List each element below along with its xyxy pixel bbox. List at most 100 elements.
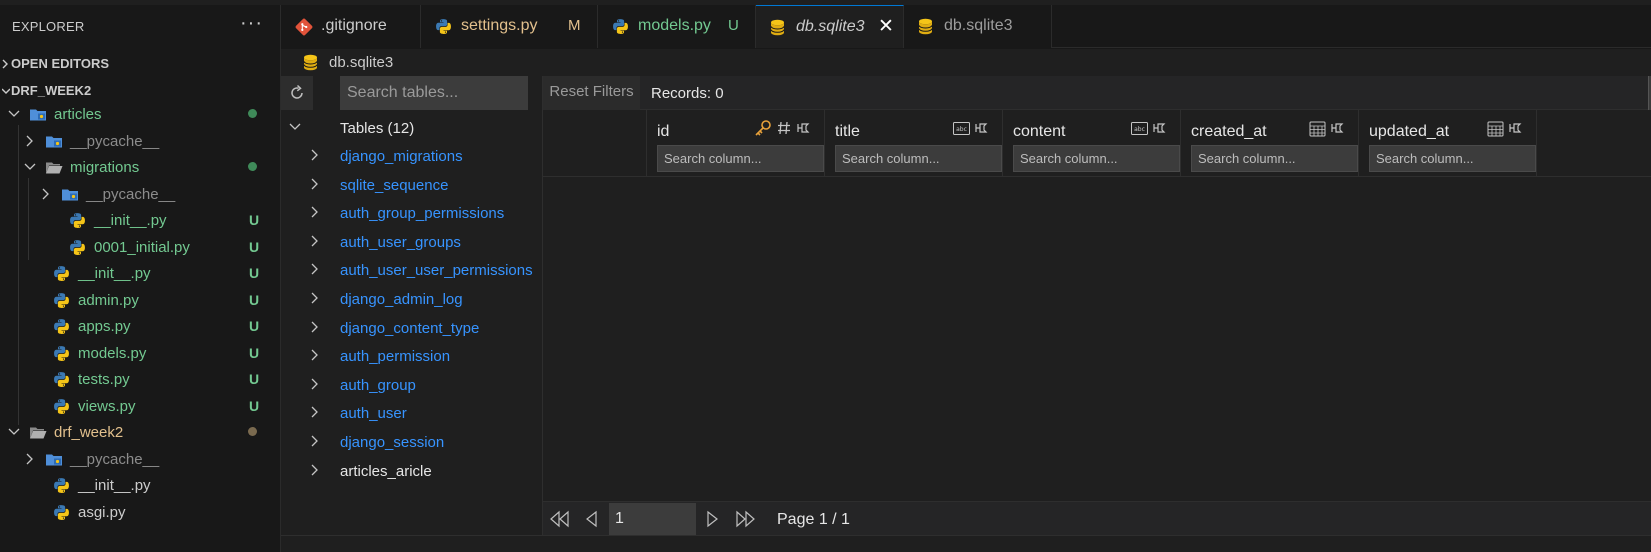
svg-text:abc: abc	[1134, 126, 1145, 133]
table-name: auth_permission	[340, 348, 451, 366]
table-item[interactable]: django_session	[281, 429, 543, 455]
pin-icon[interactable]	[1152, 121, 1168, 135]
status-dot	[248, 109, 257, 118]
status-dot	[248, 162, 257, 171]
table-item[interactable]: django_content_type	[281, 315, 543, 341]
tab-db-sqlite3[interactable]: db.sqlite3 ✕	[756, 5, 904, 48]
chevron-down-icon	[7, 422, 21, 440]
pin-icon[interactable]	[1508, 121, 1524, 135]
chevron-down-icon	[7, 104, 21, 122]
chevron-right-icon	[308, 374, 322, 390]
table-item[interactable]: articles_aricle	[281, 458, 543, 484]
last-page-button[interactable]	[734, 509, 756, 529]
column-search-input[interactable]	[1191, 145, 1358, 172]
pin-icon[interactable]	[1330, 121, 1346, 135]
editor-tabs: .gitignore settings.py Mmodels.py Udb.sqlit…	[281, 5, 1651, 48]
search-tables-input[interactable]	[340, 76, 528, 110]
page-indicator: Page 1 / 1	[777, 511, 850, 528]
explorer-title: EXPLORER	[12, 19, 85, 34]
tables-group[interactable]: Tables (12)	[281, 116, 543, 142]
more-actions-icon[interactable]: ···	[240, 12, 263, 35]
chevron-right-icon	[308, 174, 322, 190]
chevron-right-icon	[308, 345, 322, 361]
close-icon[interactable]: ✕	[878, 15, 894, 38]
records-panel: Reset Filters Records: 0 idtitleabcconte…	[543, 76, 1651, 552]
chevron-right-icon	[308, 145, 322, 161]
tree-item[interactable]: articles	[0, 101, 280, 128]
table-item[interactable]: auth_user	[281, 400, 543, 426]
tree-item[interactable]: __pycache__	[0, 128, 280, 155]
refresh-icon	[291, 84, 303, 99]
tree-item[interactable]: views.py U	[0, 393, 280, 420]
column-header-title[interactable]: title abc	[825, 110, 1003, 177]
table-item[interactable]: auth_user_user_permissions	[281, 257, 543, 283]
git-status-badge: U	[249, 345, 260, 361]
python-icon	[435, 18, 453, 36]
tree-item[interactable]: 0001_initial.py U	[0, 234, 280, 261]
tree-item-label: __pycache__	[70, 451, 160, 468]
first-page-button[interactable]	[549, 509, 571, 529]
pin-icon[interactable]	[974, 121, 990, 135]
tree-item[interactable]: __pycache__	[0, 446, 280, 473]
column-header-updated_at[interactable]: updated_at	[1359, 110, 1537, 177]
panel-footer	[281, 535, 543, 552]
breadcrumb[interactable]: db.sqlite3	[281, 49, 1651, 76]
tables-panel: Tables (12) django_migrations sqlite_sequ…	[281, 76, 543, 552]
tree-item[interactable]: __init__.py	[0, 472, 280, 499]
records-toolbar: Reset Filters Records: 0	[543, 76, 1651, 110]
table-item[interactable]: sqlite_sequence	[281, 172, 543, 198]
tree-item[interactable]: tests.py U	[0, 366, 280, 393]
python-icon	[69, 239, 86, 256]
column-header-content[interactable]: content abc	[1003, 110, 1181, 177]
tab-models-py[interactable]: models.py U	[598, 5, 756, 48]
table-item[interactable]: django_admin_log	[281, 286, 543, 312]
tree-item[interactable]: migrations	[0, 154, 280, 181]
tree-item[interactable]: drf_week2	[0, 419, 280, 446]
column-type-icons: abc	[1127, 119, 1168, 137]
next-page-button[interactable]	[702, 509, 724, 529]
column-search-input[interactable]	[1369, 145, 1536, 172]
tree-item[interactable]: apps.py U	[0, 313, 280, 340]
git-status-badge: U	[249, 398, 260, 414]
table-item[interactable]: auth_permission	[281, 343, 543, 369]
folder-blue-icon	[29, 106, 46, 123]
tree-item[interactable]: models.py U	[0, 340, 280, 367]
python-icon	[53, 371, 70, 388]
column-header-created_at[interactable]: created_at	[1181, 110, 1359, 177]
tree-item[interactable]: __pycache__	[0, 181, 280, 208]
number-type-icon	[778, 121, 790, 135]
git-status-badge: U	[249, 212, 260, 228]
tree-item-label: __init__.py	[94, 212, 167, 229]
tree-item[interactable]: __init__.py U	[0, 207, 280, 234]
git-status-badge: U	[249, 239, 260, 255]
database-icon	[770, 19, 788, 37]
tab-db-sqlite3[interactable]: db.sqlite3	[904, 5, 1052, 48]
tree-item[interactable]: __init__.py U	[0, 260, 280, 287]
column-search-input[interactable]	[1013, 145, 1180, 172]
column-search-input[interactable]	[657, 145, 824, 172]
pin-icon[interactable]	[796, 121, 812, 135]
database-icon	[918, 18, 936, 36]
previous-page-button[interactable]	[581, 509, 603, 529]
text-type-icon: abc	[953, 121, 970, 135]
table-name: auth_group_permissions	[340, 205, 505, 223]
page-number-input[interactable]	[609, 503, 696, 535]
table-item[interactable]: auth_group	[281, 372, 543, 398]
project-section[interactable]: DRF_WEEK2	[0, 80, 280, 102]
tab-settings-py[interactable]: settings.py M	[421, 5, 598, 48]
refresh-button[interactable]	[281, 76, 313, 110]
records-footer	[543, 535, 1651, 552]
table-item[interactable]: django_migrations	[281, 143, 543, 169]
chevron-right-icon	[2, 53, 10, 78]
open-editors-section[interactable]: OPEN EDITORS	[0, 53, 280, 78]
column-header-id[interactable]: id	[647, 110, 825, 177]
tree-item[interactable]: asgi.py	[0, 499, 280, 526]
folder-open-icon	[29, 424, 47, 441]
tree-item[interactable]: admin.py U	[0, 287, 280, 314]
reset-filters-button[interactable]: Reset Filters	[543, 76, 640, 110]
table-item[interactable]: auth_user_groups	[281, 229, 543, 255]
column-type-icons	[750, 119, 812, 137]
table-item[interactable]: auth_group_permissions	[281, 200, 543, 226]
column-search-input[interactable]	[835, 145, 1002, 172]
tab--gitignore[interactable]: .gitignore	[281, 5, 421, 48]
